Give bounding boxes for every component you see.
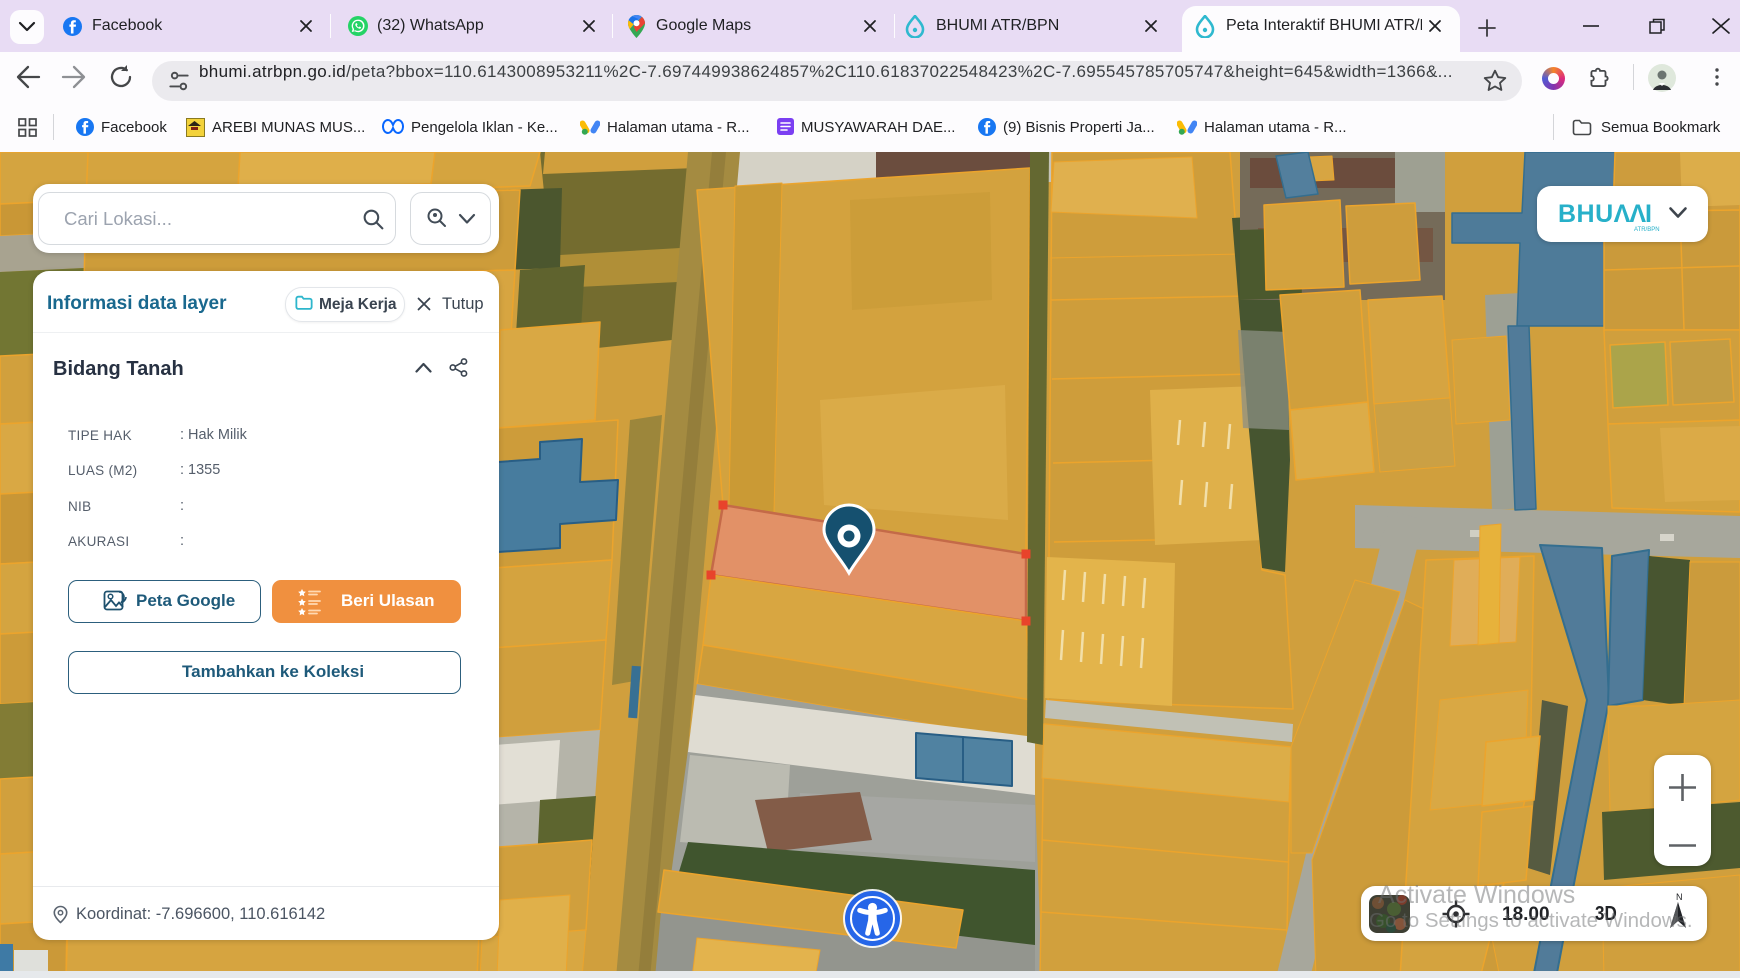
svg-text:N: N <box>1676 892 1683 902</box>
